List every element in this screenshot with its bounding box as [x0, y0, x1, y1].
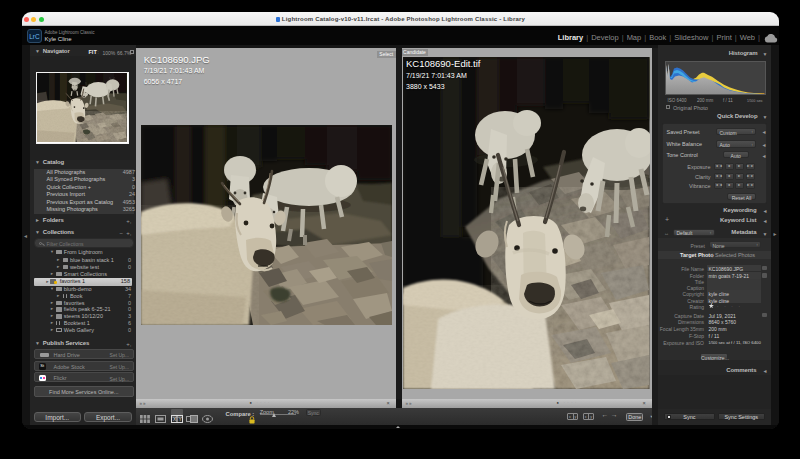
svg-text:X: X [173, 416, 177, 422]
svg-text:Y: Y [178, 416, 182, 422]
